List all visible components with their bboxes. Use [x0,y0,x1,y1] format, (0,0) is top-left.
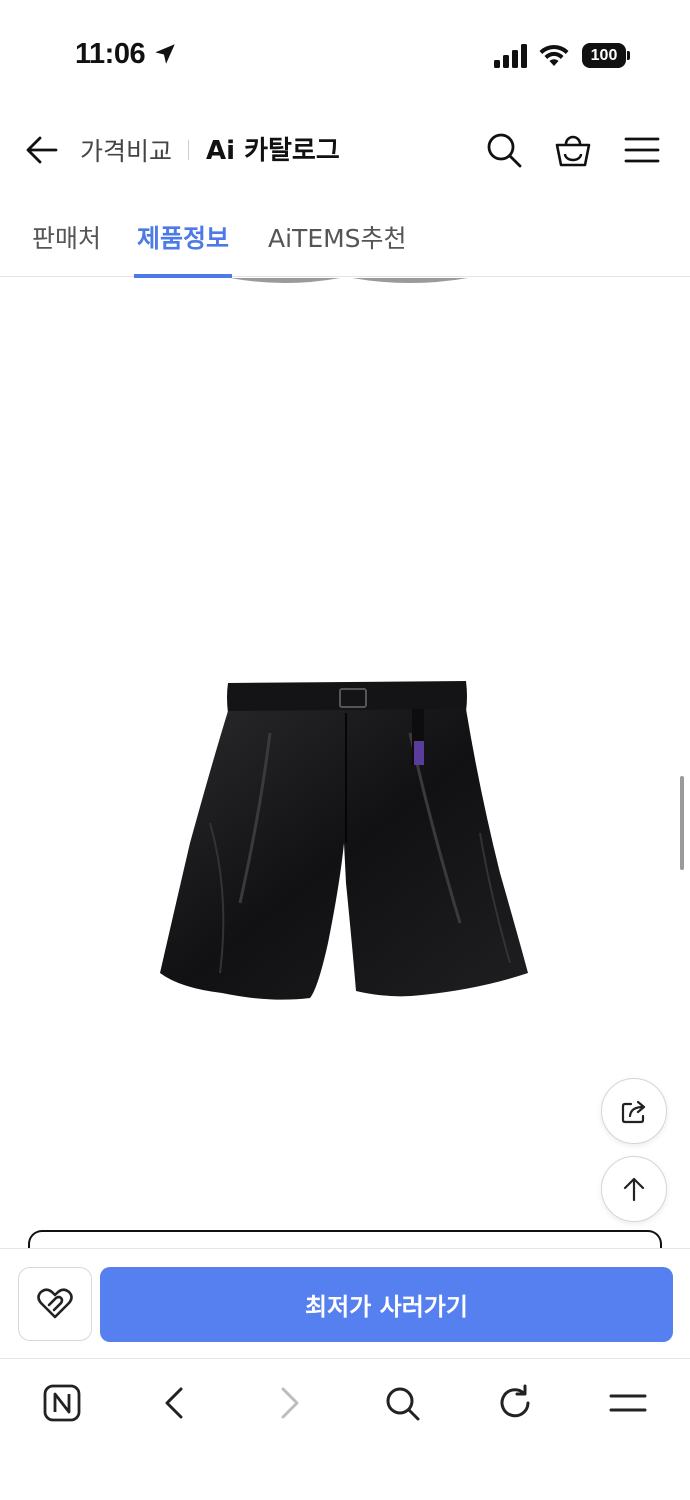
browser-forward-button[interactable] [267,1381,311,1425]
product-info-content [0,278,690,1248]
scroll-to-top-icon [623,1177,645,1202]
scroll-to-top-button[interactable] [601,1156,667,1222]
tab-aitems-recommend[interactable]: AiTEMS추천 [268,219,407,277]
search-icon [386,1387,420,1421]
browser-toolbar [0,1358,690,1500]
back-arrow-icon[interactable] [24,132,60,168]
back-icon [165,1387,183,1419]
app-header: 가격비교 Ai 카탈로그 [0,110,690,190]
browser-search-button[interactable] [380,1381,424,1425]
tab-product-info[interactable]: 제품정보 [137,219,229,277]
previous-image-edge [230,278,468,283]
browser-menu-button[interactable] [606,1381,650,1425]
forward-icon [281,1387,299,1419]
action-bar: 최저가 사러가기 [0,1248,690,1358]
search-icon[interactable] [484,130,524,170]
naver-home-button[interactable] [40,1381,84,1425]
battery-icon: 100 [582,43,630,68]
black-nylon-shorts-image [160,681,528,1000]
share-button[interactable] [601,1078,667,1144]
scroll-indicator[interactable] [680,776,684,870]
refresh-icon [500,1384,530,1418]
wifi-icon [539,44,569,66]
header-divider [188,140,189,160]
signal-icon [494,44,527,68]
status-bar: 11:06 100 [0,0,690,110]
heart-icon [37,1288,73,1319]
next-section-box [28,1230,662,1248]
share-icon [621,1100,646,1124]
browser-back-button[interactable] [153,1381,197,1425]
tab-sellers[interactable]: 판매처 [32,219,101,277]
header-title[interactable]: 가격비교 [80,132,172,168]
menu-icon[interactable] [622,130,662,170]
naver-home-icon [43,1384,81,1422]
menu-icon [609,1394,647,1412]
battery-level: 100 [582,43,626,68]
wish-button[interactable] [18,1267,92,1341]
status-time: 11:06 [75,38,146,70]
shopping-bag-icon[interactable] [553,130,593,170]
tab-bar: 판매처 제품정보 AiTEMS추천 [0,205,690,278]
browser-refresh-button[interactable] [493,1381,537,1425]
buy-lowest-price-button[interactable]: 최저가 사러가기 [100,1267,673,1342]
header-catalog-label[interactable]: Ai 카탈로그 [206,130,340,167]
location-arrow-icon [155,44,175,64]
